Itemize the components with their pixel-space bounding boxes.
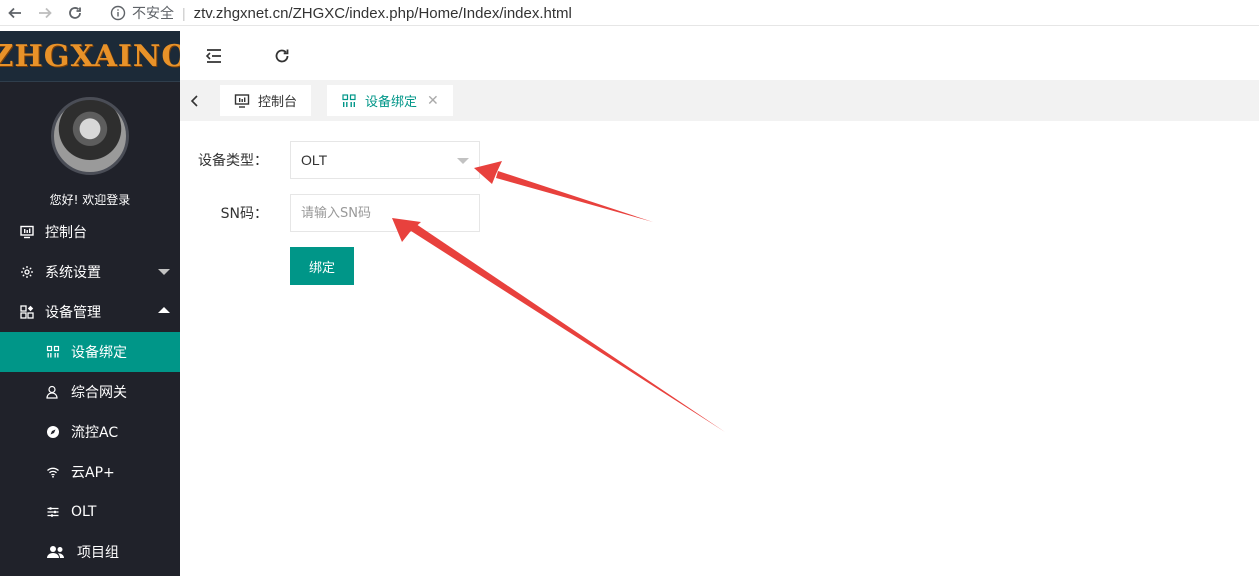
sidebar-item-label: 控制台 — [45, 225, 87, 241]
refresh-icon — [275, 49, 289, 62]
device-type-label: 设备类型： — [198, 153, 268, 169]
sidebar-item-device-management[interactable]: 设备管理 — [0, 292, 180, 332]
logo-area: ZHGXAINO® — [0, 31, 180, 82]
sn-input[interactable] — [290, 194, 480, 232]
sliders-icon — [46, 505, 60, 519]
close-icon[interactable]: ✕ — [427, 93, 439, 109]
insecure-label: 不安全 — [132, 5, 174, 21]
wifi-icon — [46, 465, 60, 479]
browser-toolbar: 不安全 | ztv.zhgxnet.cn/ZHGXC/index.php/Hom… — [0, 0, 1259, 26]
user-icon — [46, 385, 60, 399]
bind-button[interactable]: 绑定 — [290, 247, 354, 285]
url-separator: | — [182, 5, 186, 21]
grid-icon — [341, 93, 357, 109]
url-text: ztv.zhgxnet.cn/ZHGXC/index.php/Home/Inde… — [193, 4, 572, 22]
sidebar-item-dashboard[interactable]: 控制台 — [0, 212, 180, 252]
gear-icon — [20, 265, 34, 279]
sidebar-subitem-cloud-ap[interactable]: 云AP+ — [0, 452, 180, 492]
logo-text: ZHGXAINO — [0, 38, 180, 74]
top-header — [180, 31, 1259, 80]
sidebar-subitem-olt[interactable]: OLT — [0, 492, 180, 532]
sidebar-item-label: 流控AC — [71, 425, 119, 441]
browser-forward-button[interactable] — [30, 0, 60, 26]
sidebar-item-label: 综合网关 — [71, 385, 127, 401]
device-type-select[interactable]: OLT — [290, 141, 480, 179]
avatar[interactable] — [51, 97, 129, 175]
reload-icon — [69, 6, 81, 19]
tab-bar: 控制台 设备绑定 ✕ — [180, 80, 1259, 121]
caret-down-icon — [158, 269, 170, 275]
address-bar[interactable]: 不安全 | ztv.zhgxnet.cn/ZHGXC/index.php/Hom… — [110, 2, 572, 24]
sidebar-item-label: 系统设置 — [45, 265, 101, 281]
sidebar-subitem-device-binding[interactable]: 设备绑定 — [0, 332, 180, 372]
logo: ZHGXAINO® — [0, 39, 180, 74]
sidebar-item-label: 项目组 — [77, 545, 119, 561]
browser-back-button[interactable] — [0, 0, 30, 26]
arrow-right-icon — [39, 7, 52, 18]
sidebar-item-label: 设备管理 — [45, 305, 101, 321]
arrow-left-icon — [8, 7, 21, 18]
sidebar-item-label: 设备绑定 — [71, 345, 127, 361]
refresh-button[interactable] — [248, 31, 316, 80]
tab-label: 设备绑定 — [365, 95, 418, 110]
caret-up-icon — [158, 307, 170, 313]
sidebar-item-label: OLT — [71, 504, 97, 520]
caret-down-icon — [457, 158, 469, 164]
grid-icon — [46, 345, 60, 359]
tab-scroll-left-button[interactable] — [180, 80, 210, 121]
tab-device-binding[interactable]: 设备绑定 ✕ — [327, 85, 453, 116]
sidebar-subitem-gateway[interactable]: 综合网关 — [0, 372, 180, 412]
sidebar-subitem-flow-control-ac[interactable]: 流控AC — [0, 412, 180, 452]
sidebar-item-label: 云AP+ — [71, 465, 115, 481]
apps-icon — [20, 305, 34, 319]
user-area: 您好! 欢迎登录 — [0, 82, 180, 212]
chevron-left-icon — [190, 94, 198, 107]
group-icon — [46, 545, 66, 559]
device-type-row: 设备类型： — [180, 141, 268, 179]
sidebar-menu: 控制台 系统设置 设备管理 设备绑定 综合网关 流控AC 云AP+ OLT 项目… — [0, 212, 180, 572]
sidebar: ZHGXAINO® 您好! 欢迎登录 控制台 系统设置 设备管理 设备绑定 综合… — [0, 31, 180, 576]
tab-dashboard[interactable]: 控制台 — [220, 85, 312, 116]
sn-label: SN码： — [220, 206, 268, 222]
sidebar-subitem-project-group[interactable]: 项目组 — [0, 532, 180, 572]
toggle-sidebar-button[interactable] — [180, 31, 248, 80]
indent-icon — [205, 48, 221, 63]
browser-reload-button[interactable] — [60, 0, 90, 26]
compass-icon — [46, 425, 60, 439]
monitor-icon — [20, 225, 34, 239]
tab-label: 控制台 — [258, 95, 298, 110]
device-binding-form: 设备类型： OLT SN码： 绑定 — [180, 121, 1259, 576]
sn-row: SN码： — [180, 194, 268, 232]
device-type-value: OLT — [301, 152, 328, 168]
info-icon — [110, 5, 126, 21]
monitor-icon — [234, 93, 250, 109]
sidebar-item-system-settings[interactable]: 系统设置 — [0, 252, 180, 292]
greeting: 您好! 欢迎登录 — [49, 193, 131, 207]
